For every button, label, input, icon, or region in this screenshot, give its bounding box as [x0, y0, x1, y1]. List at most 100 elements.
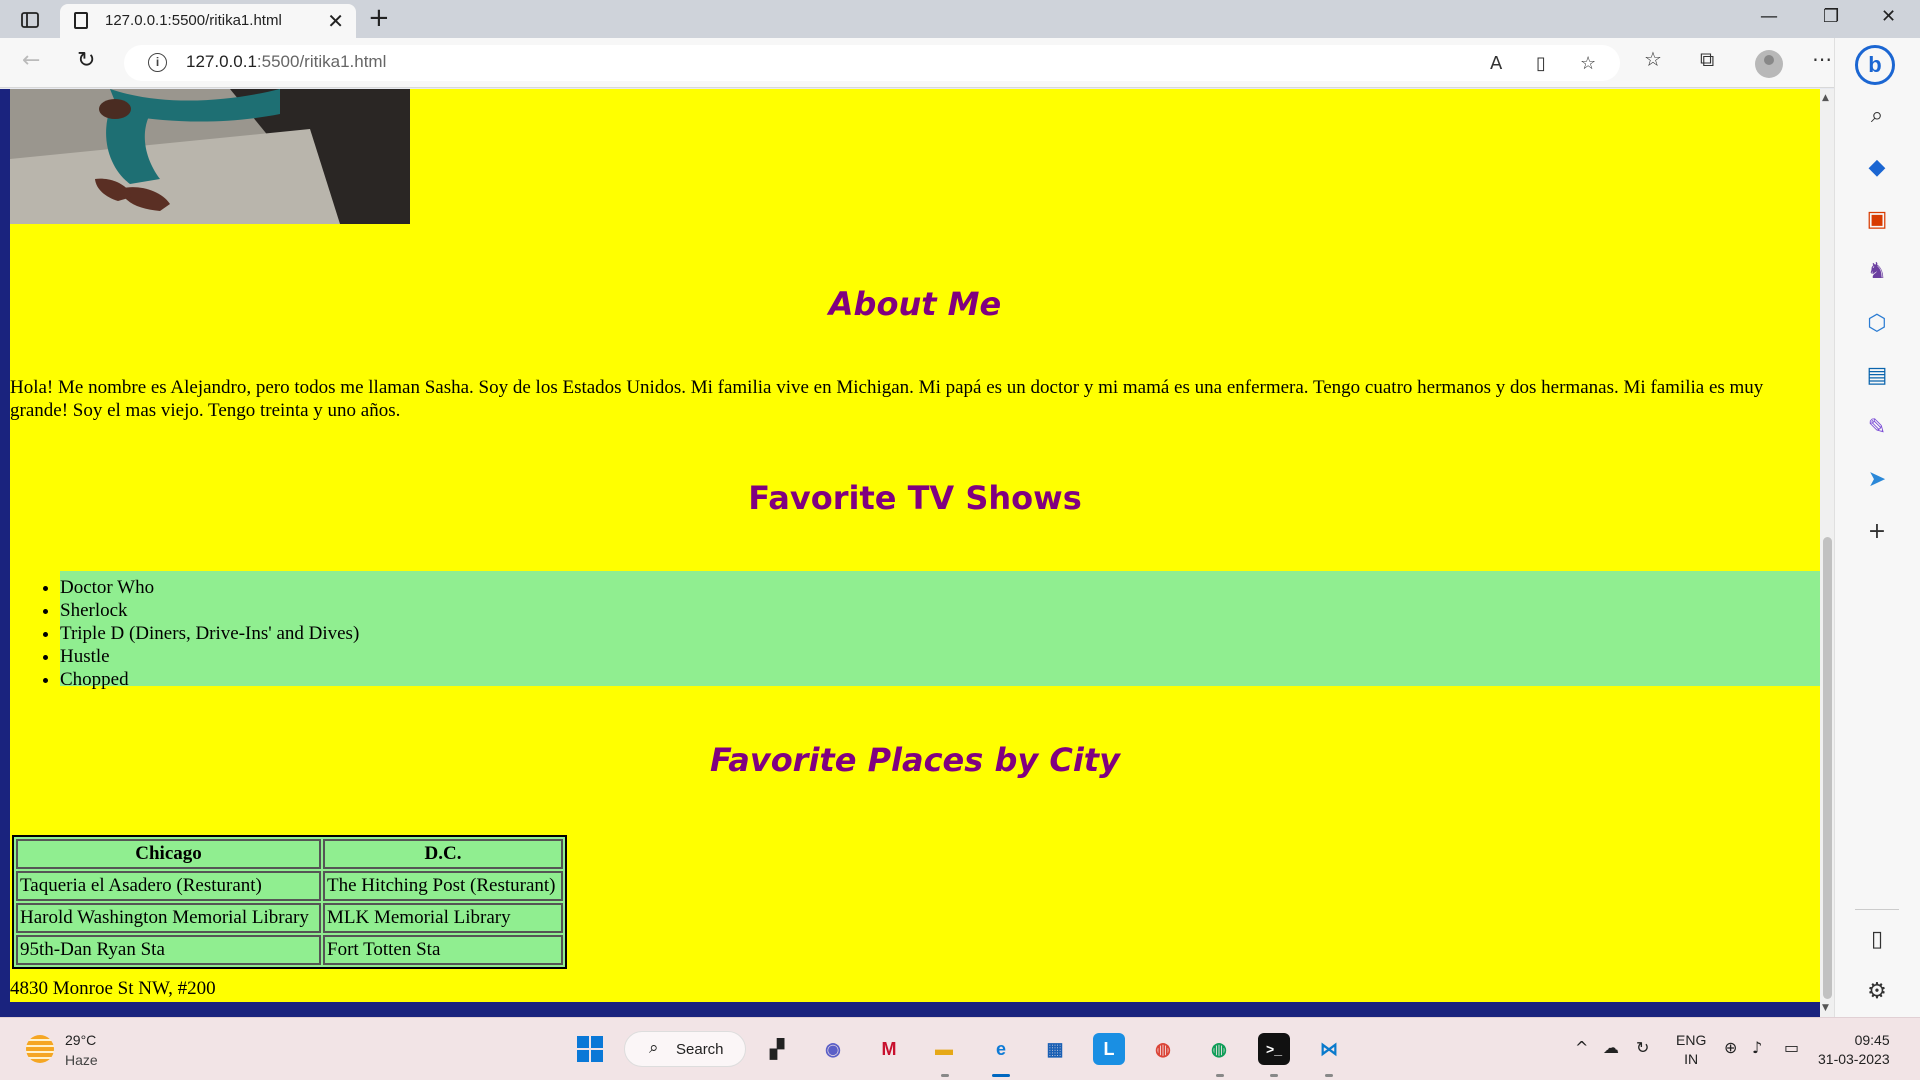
drop-icon[interactable]: ➤	[1863, 466, 1891, 494]
hide-sidebar-icon[interactable]: ▯	[1863, 926, 1891, 954]
running-indicator	[1270, 1074, 1278, 1077]
list-item: Chopped	[60, 668, 1820, 691]
profile-avatar[interactable]	[1755, 50, 1783, 78]
bing-chat-icon[interactable]: b	[1855, 45, 1895, 85]
places-heading: Favorite Places by City	[710, 741, 1120, 779]
list-item: Doctor Who	[60, 576, 1820, 599]
minimize-button[interactable]: —	[1760, 6, 1778, 27]
volume-icon[interactable]: ♪	[1752, 1038, 1762, 1057]
tab-strip: 127.0.0.1:5500/ritika1.html ✕ + — ❐ ✕	[0, 0, 1920, 38]
table-header-row: Chicago D.C.	[16, 839, 563, 869]
region-code: IN	[1684, 1051, 1699, 1067]
scroll-down-icon[interactable]: ▼	[1822, 1003, 1829, 1013]
vscode-icon[interactable]: ⋈	[1313, 1033, 1345, 1065]
lenovo-icon[interactable]: L	[1093, 1033, 1125, 1065]
running-indicator	[1216, 1074, 1224, 1077]
search-icon[interactable]: ⌕	[1863, 102, 1891, 130]
outlook-icon[interactable]: ▤	[1863, 362, 1891, 390]
page-body: About Me Hola! Me nombre es Alejandro, p…	[10, 89, 1820, 1002]
table-cell: The Hitching Post (Resturant)	[323, 871, 563, 901]
mcafee-icon[interactable]: M	[873, 1033, 905, 1065]
address-bar[interactable]: i 127.0.0.1:5500/ritika1.html A ▯ ☆	[124, 45, 1620, 81]
windows-taskbar: 29°C Haze ⌕ Search ▞ ◉ M ▬ e ▦ L ◍ ◍ >_ …	[0, 1017, 1920, 1080]
battery-icon[interactable]: ▭	[1784, 1038, 1799, 1057]
address-text: 4830 Monroe St NW, #200	[10, 978, 216, 999]
active-app-indicator	[992, 1074, 1010, 1077]
table-cell: Fort Totten Sta	[323, 935, 563, 965]
read-aloud-icon[interactable]: A	[1490, 53, 1502, 74]
file-explorer-icon[interactable]: ▬	[928, 1033, 960, 1065]
new-tab-button[interactable]: +	[368, 3, 390, 33]
chrome-profile-icon[interactable]: ◍	[1203, 1033, 1235, 1065]
scroll-thumb[interactable]	[1823, 537, 1832, 999]
column-header-chicago: Chicago	[16, 839, 321, 869]
onedrive-cloud-icon[interactable]: ☁	[1603, 1038, 1619, 1057]
table-cell: 95th-Dan Ryan Sta	[16, 935, 321, 965]
taskbar-search[interactable]: ⌕ Search	[624, 1031, 746, 1067]
table-row: 95th-Dan Ryan Sta Fort Totten Sta	[16, 935, 563, 965]
microsoft-store-icon[interactable]: ▦	[1039, 1033, 1071, 1065]
add-app-icon[interactable]: +	[1863, 518, 1891, 546]
shows-heading: Favorite TV Shows	[748, 479, 1082, 517]
start-windows-icon[interactable]	[574, 1033, 606, 1065]
shopping-icon[interactable]: ◆	[1863, 154, 1891, 182]
browser-tab[interactable]: 127.0.0.1:5500/ritika1.html ✕	[60, 4, 356, 38]
show-hidden-icons-icon[interactable]: ^	[1575, 1038, 1588, 1057]
tab-close-icon[interactable]: ✕	[327, 9, 344, 33]
page-viewport: About Me Hola! Me nombre es Alejandro, p…	[0, 89, 1834, 1017]
table-cell: MLK Memorial Library	[323, 903, 563, 933]
shows-list: Doctor Who Sherlock Triple D (Diners, Dr…	[60, 571, 1820, 690]
list-item: Triple D (Diners, Drive-Ins' and Dives)	[60, 622, 1820, 645]
tab-title: 127.0.0.1:5500/ritika1.html	[105, 12, 282, 29]
vertical-scrollbar[interactable]: ▲ ▼	[1820, 89, 1834, 1017]
table-cell: Taqueria el Asadero (Resturant)	[16, 871, 321, 901]
sync-icon[interactable]: ↻	[1636, 1038, 1649, 1057]
designer-icon[interactable]: ✎	[1863, 414, 1891, 442]
running-indicator	[1325, 1074, 1333, 1077]
edge-sidebar: b ⌕ ◆ ▣ ♞ ⬡ ▤ ✎ ➤ + ▯ ⚙	[1834, 38, 1920, 1017]
close-window-button[interactable]: ✕	[1881, 6, 1896, 27]
edge-browser-icon[interactable]: e	[985, 1033, 1017, 1065]
search-label: Search	[676, 1041, 724, 1058]
collections-icon[interactable]: ⧉	[1700, 47, 1714, 71]
site-info-icon[interactable]: i	[148, 53, 167, 72]
refresh-icon[interactable]: ↻	[77, 48, 95, 73]
language-code: ENG	[1676, 1032, 1707, 1048]
table-row: Harold Washington Memorial Library MLK M…	[16, 903, 563, 933]
games-icon[interactable]: ♞	[1863, 258, 1891, 286]
profile-photo	[10, 89, 410, 224]
tools-icon[interactable]: ▣	[1863, 206, 1891, 234]
immersive-reader-icon[interactable]: ▯	[1536, 53, 1546, 74]
microsoft-365-icon[interactable]: ⬡	[1863, 310, 1891, 338]
page-icon	[74, 12, 88, 29]
places-table: Chicago D.C. Taqueria el Asadero (Restur…	[12, 835, 567, 969]
tab-actions-icon[interactable]	[18, 8, 42, 32]
search-icon: ⌕	[649, 1038, 659, 1058]
about-paragraph: Hola! Me nombre es Alejandro, pero todos…	[10, 377, 1764, 421]
weather-temperature[interactable]: 29°C	[65, 1032, 96, 1048]
clock-date: 31-03-2023	[1818, 1051, 1890, 1067]
task-view-icon[interactable]: ▞	[761, 1033, 793, 1065]
restore-button[interactable]: ❐	[1823, 6, 1839, 27]
system-clock[interactable]: 09:45 31-03-2023	[1818, 1031, 1890, 1069]
scroll-up-icon[interactable]: ▲	[1822, 93, 1829, 103]
favorites-icon[interactable]: ☆	[1644, 47, 1662, 71]
table-row: Taqueria el Asadero (Resturant) The Hitc…	[16, 871, 563, 901]
weather-condition[interactable]: Haze	[65, 1052, 98, 1068]
add-favorite-icon[interactable]: ☆	[1580, 53, 1596, 74]
terminal-icon[interactable]: >_	[1258, 1033, 1290, 1065]
settings-gear-icon[interactable]: ⚙	[1863, 978, 1891, 1006]
network-globe-icon[interactable]: ⊕	[1724, 1038, 1737, 1057]
chrome-icon[interactable]: ◍	[1147, 1033, 1179, 1065]
back-icon[interactable]: ←	[22, 48, 40, 73]
url-text[interactable]: 127.0.0.1:5500/ritika1.html	[186, 52, 386, 72]
clock-time: 09:45	[1854, 1032, 1890, 1048]
more-menu-icon[interactable]: ⋯	[1812, 47, 1832, 71]
input-language[interactable]: ENG IN	[1676, 1031, 1706, 1069]
list-item: Hustle	[60, 645, 1820, 668]
sidebar-divider	[1855, 909, 1899, 910]
weather-haze-icon[interactable]	[26, 1035, 54, 1063]
about-heading: About Me	[828, 285, 1002, 323]
column-header-dc: D.C.	[323, 839, 563, 869]
teams-chat-icon[interactable]: ◉	[817, 1033, 849, 1065]
